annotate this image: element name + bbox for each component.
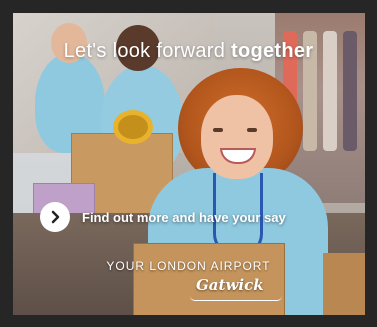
person-eye [213,128,223,132]
headline-text: Let's look forward [63,40,231,62]
brand-tagline: YOUR LONDON AIRPORT [106,259,271,273]
person-eye [247,128,257,132]
ad-banner[interactable]: Let's look forward together Find out mor… [0,0,377,327]
person-face [201,95,273,179]
chevron-right-icon [51,210,60,224]
headline-emphasis: together [230,40,314,62]
cta-label[interactable]: Find out more and have your say [82,210,286,225]
gatwick-logo: Gatwick [196,276,264,294]
cta-link[interactable]: Find out more and have your say [40,202,286,232]
cta-button[interactable] [40,202,70,232]
tape-roll [113,110,153,144]
logo-swoosh [190,296,282,301]
ad-headline: Let's look forward together [0,40,377,63]
